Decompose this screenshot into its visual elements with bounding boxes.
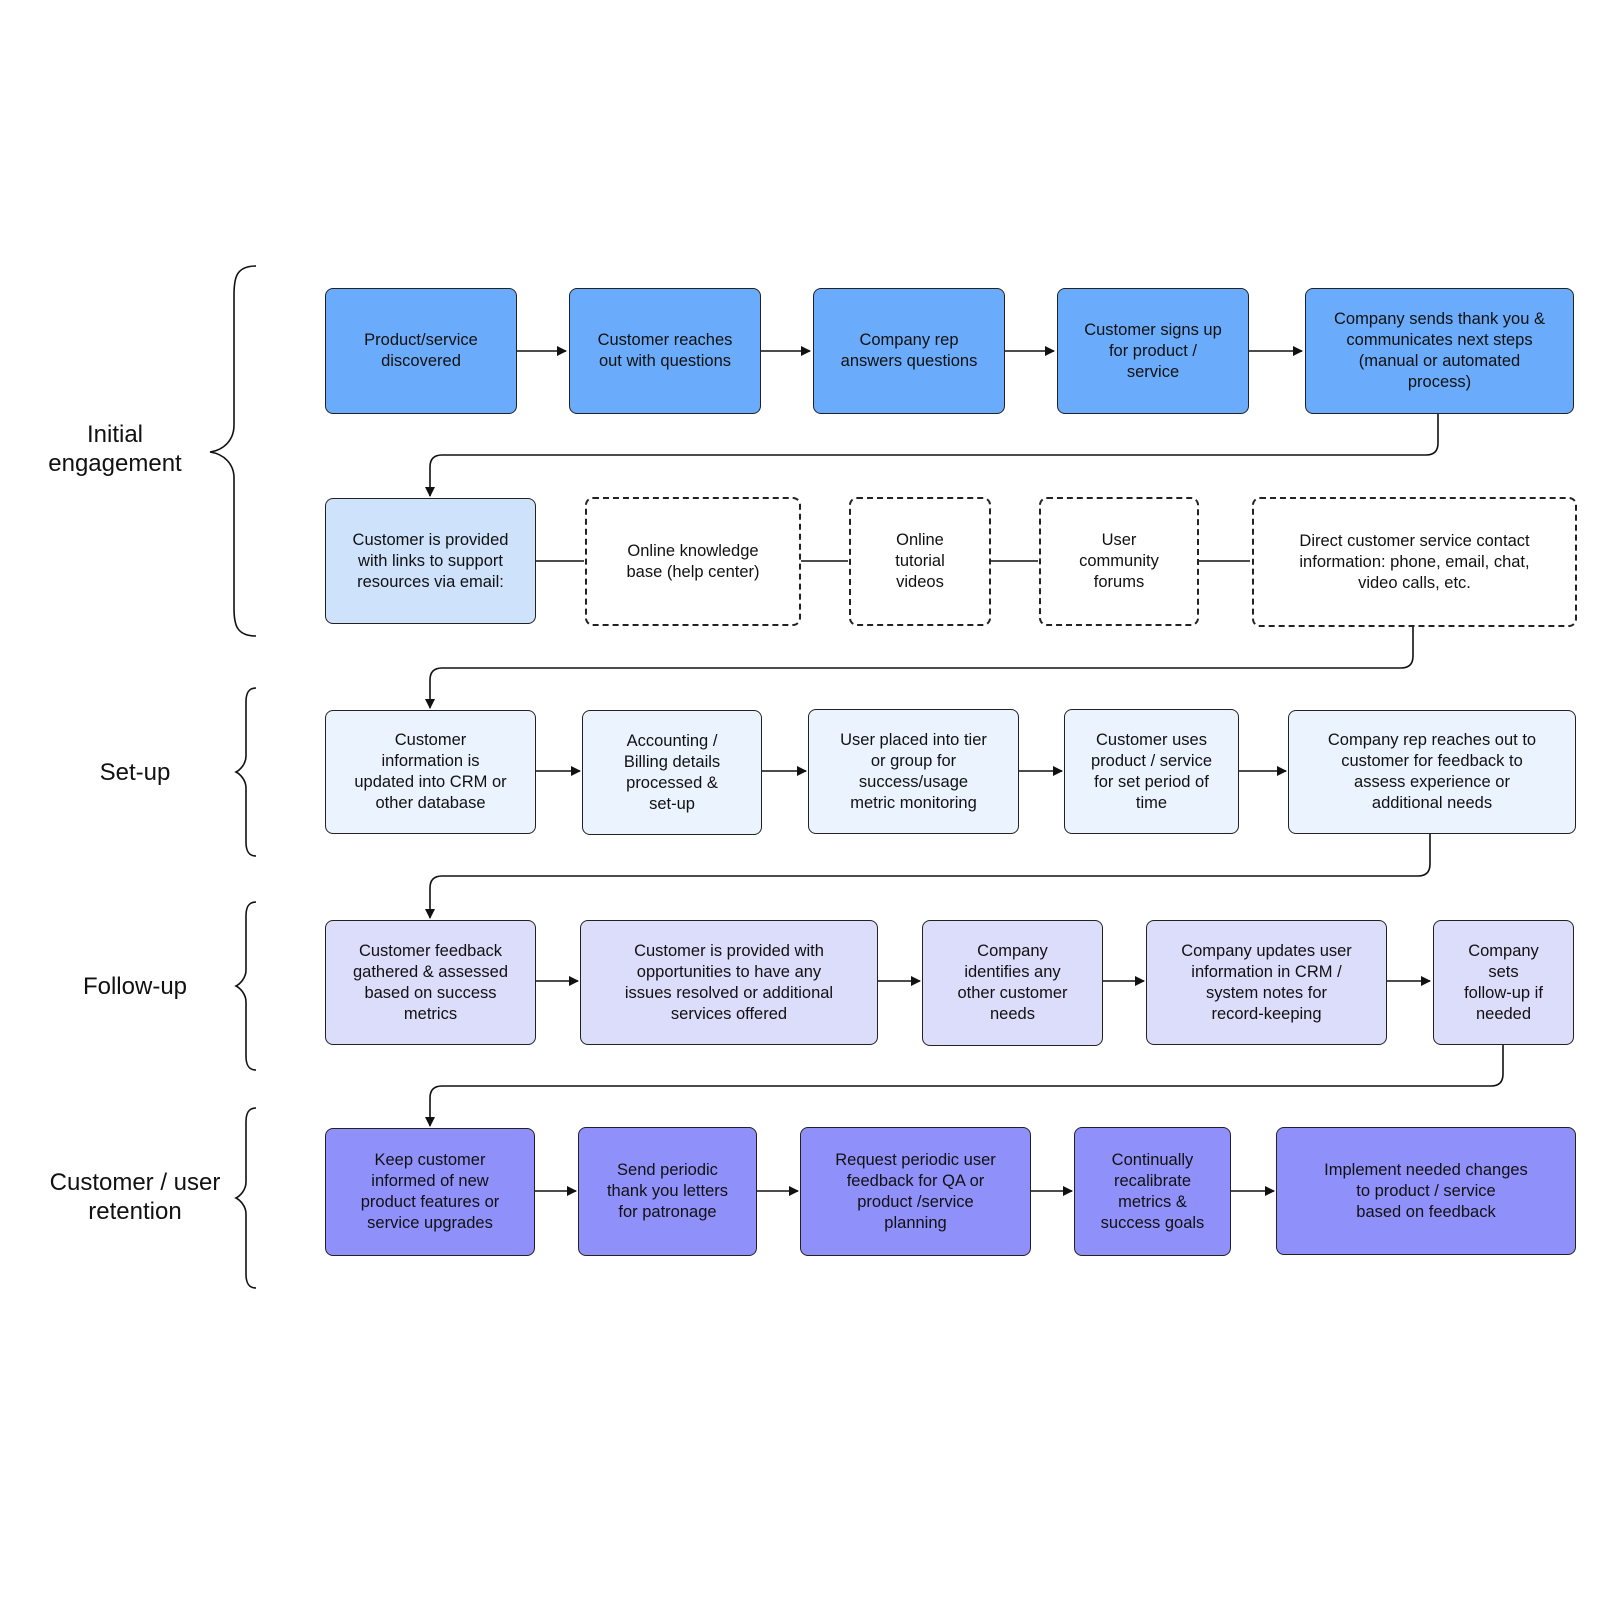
step-identify-needs[interactable]: Company identifies any other customer ne…: [922, 920, 1103, 1046]
resource-knowledge-base[interactable]: Online knowledge base (help center): [585, 497, 801, 626]
step-request-feedback[interactable]: Request periodic user feedback for QA or…: [800, 1127, 1031, 1256]
step-tier-placement[interactable]: User placed into tier or group for succe…: [808, 709, 1019, 834]
resource-community-forums[interactable]: User community forums: [1039, 497, 1199, 626]
step-rep-answers[interactable]: Company rep answers questions: [813, 288, 1005, 414]
step-customer-reaches-out[interactable]: Customer reaches out with questions: [569, 288, 761, 414]
step-feedback-assessed[interactable]: Customer feedback gathered & assessed ba…: [325, 920, 536, 1045]
phase-label-followup: Follow-up: [82, 973, 188, 1000]
step-product-discovered[interactable]: Product/service discovered: [325, 288, 517, 414]
brace-initial: [209, 265, 257, 637]
step-set-followup[interactable]: Company sets follow-up if needed: [1433, 920, 1574, 1045]
step-inform-new-features[interactable]: Keep customer informed of new product fe…: [325, 1128, 535, 1256]
brace-followup: [234, 901, 257, 1071]
resource-tutorial-videos[interactable]: Online tutorial videos: [849, 497, 991, 626]
step-rep-feedback-outreach[interactable]: Company rep reaches out to customer for …: [1288, 710, 1576, 834]
step-crm-updated[interactable]: Customer information is updated into CRM…: [325, 710, 536, 834]
step-support-links-email[interactable]: Customer is provided with links to suppo…: [325, 498, 536, 624]
step-thank-you-next-steps[interactable]: Company sends thank you & communicates n…: [1305, 288, 1574, 414]
step-recalibrate-metrics[interactable]: Continually recalibrate metrics & succes…: [1074, 1127, 1231, 1256]
phase-label-initial-engagement: Initial engagement: [48, 421, 182, 477]
step-update-crm-notes[interactable]: Company updates user information in CRM …: [1146, 920, 1387, 1045]
step-customer-signs-up[interactable]: Customer signs up for product / service: [1057, 288, 1249, 414]
step-thank-you-letters[interactable]: Send periodic thank you letters for patr…: [578, 1127, 757, 1256]
step-implement-changes[interactable]: Implement needed changes to product / se…: [1276, 1127, 1576, 1255]
step-customer-uses-product[interactable]: Customer uses product / service for set …: [1064, 709, 1239, 834]
phase-label-retention: Customer / user retention: [49, 1169, 221, 1225]
step-issues-resolved[interactable]: Customer is provided with opportunities …: [580, 920, 878, 1045]
phase-label-setup: Set-up: [99, 759, 171, 786]
step-billing-setup[interactable]: Accounting / Billing details processed &…: [582, 710, 762, 835]
brace-retention: [234, 1107, 257, 1289]
resource-direct-contact[interactable]: Direct customer service contact informat…: [1252, 497, 1577, 627]
brace-setup: [234, 687, 257, 857]
